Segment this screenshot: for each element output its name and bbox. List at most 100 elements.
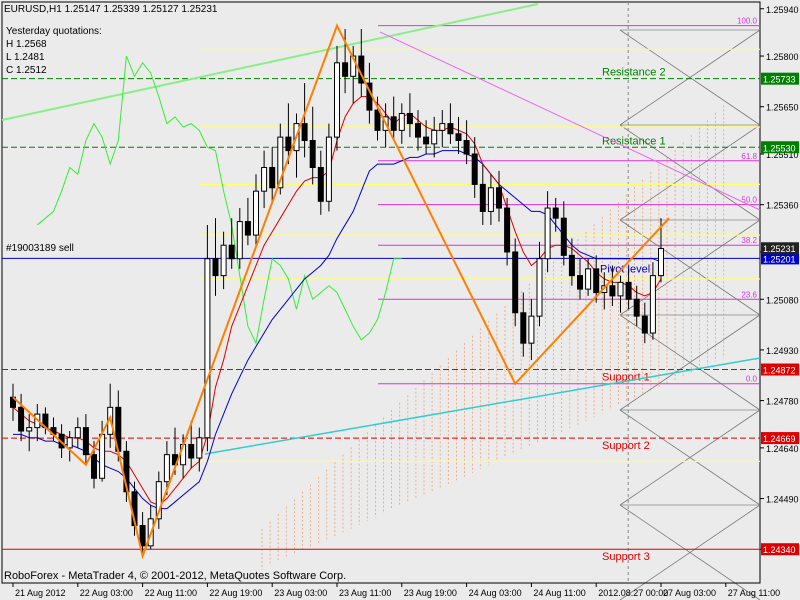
candle-body <box>649 275 656 334</box>
candle-body <box>455 133 462 141</box>
candle-body <box>568 254 575 277</box>
candle-body <box>520 312 527 344</box>
level-label-resistance: Resistance 1 <box>602 135 666 147</box>
fib-level-label: 0.0 <box>746 375 758 384</box>
candle-body <box>374 109 381 131</box>
candle-body <box>285 136 292 152</box>
candle-body <box>228 244 235 260</box>
x-tick-label: 24 Aug 03:00 <box>469 588 522 598</box>
y-tick-label: 1.25080 <box>766 295 799 305</box>
candle-body <box>658 248 664 277</box>
fib-level-label: 50.0 <box>741 196 757 205</box>
yesterday-title: Yesterday quotations: <box>6 26 102 37</box>
y-tick-label: 1.25940 <box>766 5 799 15</box>
candle-body <box>139 525 146 547</box>
candle-body <box>415 123 421 138</box>
candle <box>325 123 332 212</box>
fib-level-label: 61.8 <box>741 152 757 161</box>
x-tick-label: 23 Aug 03:00 <box>274 588 327 598</box>
candle-body <box>585 268 592 290</box>
candle-body <box>253 190 259 236</box>
candle-body <box>317 167 324 202</box>
candle-body <box>334 62 340 138</box>
candle-body <box>325 136 332 202</box>
current-price-tag-text: 1.25231 <box>763 244 796 254</box>
y-tick-label: 1.24640 <box>766 444 799 454</box>
candle-body <box>625 281 632 300</box>
x-tick-label: 22 Aug 03:00 <box>80 588 133 598</box>
symbol-header: EURUSD,H1 1.25147 1.25339 1.25127 1.2523… <box>4 4 218 15</box>
candle-body <box>163 454 170 483</box>
y-tick-label: 1.25360 <box>766 201 799 211</box>
yesterday-high: H 1.2568 <box>6 39 47 50</box>
candle-body <box>512 251 519 314</box>
level-tag-pivot-text: 1.25201 <box>763 254 796 264</box>
x-tick-label: 27 Aug 03:00 <box>663 588 716 598</box>
candle-body <box>528 315 535 344</box>
candle-body <box>342 62 349 77</box>
level-tag-resistance-text: 1.25530 <box>763 143 796 153</box>
fib-level-label: 38.2 <box>741 236 757 245</box>
candle-body <box>196 437 203 459</box>
x-tick-label: 24 Aug 11:00 <box>533 588 585 598</box>
candle-body <box>269 167 276 189</box>
x-tick-label: 27 Aug 11:00 <box>728 588 780 598</box>
candle-body <box>633 298 640 317</box>
candle-body <box>204 258 211 439</box>
candle-body <box>447 123 454 135</box>
candle-body <box>309 139 316 169</box>
candle <box>204 224 211 452</box>
candle-body <box>188 444 195 459</box>
level-tag-resistance-text: 1.25733 <box>763 75 796 85</box>
candle-body <box>552 207 559 219</box>
y-tick-label: 1.25650 <box>766 103 799 113</box>
fib-level-label: 100.0 <box>737 17 758 26</box>
price-chart[interactable]: 100.0 61.8 50.0 38.2 23.6 0.0 Resistance 2 Resi… <box>0 0 800 600</box>
candle-body <box>504 207 511 253</box>
candle-body <box>496 187 502 209</box>
candle-body <box>66 437 73 449</box>
y-tick-label: 1.25800 <box>766 52 799 62</box>
yesterday-quotations: Yesterday quotations: H 1.2568 L 1.2481 … <box>6 25 102 77</box>
level-tag-support-text: 1.24669 <box>763 434 796 444</box>
candle-body <box>99 433 106 479</box>
candle-body <box>398 112 405 131</box>
level-tag-support-text: 1.24340 <box>763 545 796 555</box>
candle-body <box>91 454 97 479</box>
candle-body <box>560 217 567 256</box>
candle-body <box>212 258 219 277</box>
plot-area <box>1 1 761 584</box>
level-label-support: Support 2 <box>602 440 650 452</box>
x-tick-label: 23 Aug 19:00 <box>404 588 457 598</box>
y-tick-label: 1.24930 <box>766 346 799 356</box>
level-label-support: Support 3 <box>602 551 650 563</box>
candle-body <box>617 281 624 297</box>
yesterday-close: C 1.2512 <box>6 65 47 76</box>
copyright-footer: RoboForex - MetaTrader 4, © 2001-2012, M… <box>4 570 347 582</box>
chart-window: 100.0 61.8 50.0 38.2 23.6 0.0 Resistance 2 Resi… <box>0 0 800 600</box>
x-tick-label: 22 Aug 19:00 <box>209 588 262 598</box>
y-tick-label: 1.24490 <box>766 495 799 505</box>
x-tick-label: 2012.08.27 00:00 <box>598 588 668 598</box>
yesterday-low: L 1.2481 <box>6 52 45 63</box>
order-label[interactable]: #19003189 sell <box>6 243 74 254</box>
candle-body <box>18 406 25 432</box>
candle-body <box>423 136 430 145</box>
level-label-resistance: Resistance 2 <box>602 67 666 79</box>
candle-body <box>244 221 251 236</box>
fib-level-label: 23.6 <box>741 290 757 299</box>
candle-body <box>609 285 616 297</box>
x-tick-label: 21 Aug 2012 <box>15 588 66 598</box>
level-tag-support-text: 1.24872 <box>763 366 796 376</box>
candle-body <box>544 207 551 260</box>
candle-body <box>641 315 648 334</box>
candle-body <box>236 221 243 260</box>
y-tick-label: 1.24780 <box>766 397 799 407</box>
candle-body <box>471 153 478 185</box>
candle-body <box>463 139 470 155</box>
candle-body <box>593 268 600 293</box>
price-axis <box>760 8 764 550</box>
candle-body <box>406 112 413 125</box>
x-tick-label: 23 Aug 11:00 <box>339 588 391 598</box>
candle-body <box>536 258 543 317</box>
